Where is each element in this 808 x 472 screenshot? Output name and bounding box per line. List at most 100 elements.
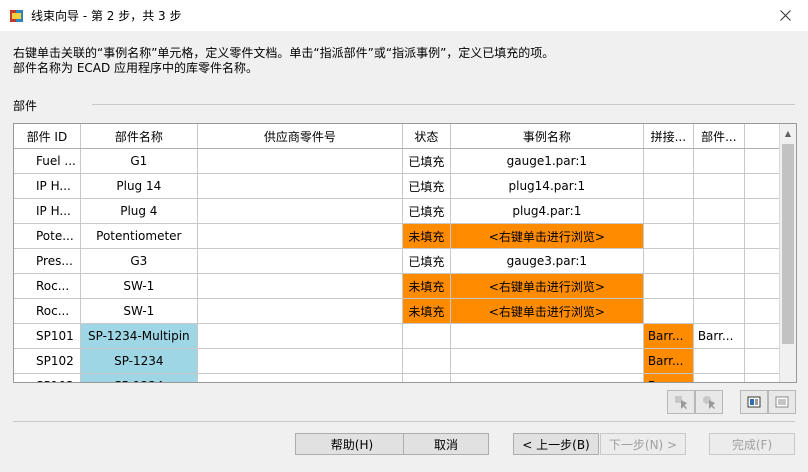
- cell-component[interactable]: Barr...: [693, 323, 745, 349]
- cell-part-id[interactable]: SP101: [14, 323, 81, 349]
- table-row[interactable]: Pres... G3 已填充 gauge3.par:1: [14, 248, 781, 274]
- cell-part-id[interactable]: IP H...: [14, 198, 81, 224]
- table-row[interactable]: SP102 SP-1234 Barr...: [14, 348, 781, 374]
- cell-splice[interactable]: Barr...: [643, 323, 694, 349]
- cell-occurrence[interactable]: [450, 373, 644, 382]
- cell-occurrence[interactable]: [450, 348, 644, 374]
- table-row[interactable]: SP101 SP-1234-Multipin Barr... Barr...: [14, 323, 781, 349]
- cell-part-id[interactable]: SP102: [14, 348, 81, 374]
- assign-part-button[interactable]: [667, 390, 695, 414]
- cell-vendor-part[interactable]: [197, 373, 403, 382]
- cell-occurrence[interactable]: plug4.par:1: [450, 198, 644, 224]
- cell-part-name[interactable]: SW-1: [80, 273, 198, 299]
- cell-status[interactable]: 已填充: [402, 148, 451, 174]
- vertical-scrollbar[interactable]: ▲: [779, 124, 796, 382]
- cell-component[interactable]: [693, 273, 745, 299]
- list-view-button[interactable]: [768, 390, 796, 414]
- col-header-part-id[interactable]: 部件 ID: [14, 124, 81, 149]
- cell-part-name[interactable]: SP-1234: [80, 348, 198, 374]
- cell-status[interactable]: 已填充: [402, 248, 451, 274]
- scroll-up-icon[interactable]: ▲: [780, 124, 796, 142]
- cell-vendor-part[interactable]: [197, 173, 403, 199]
- cell-splice[interactable]: [643, 223, 694, 249]
- cancel-button[interactable]: 取消: [403, 433, 489, 455]
- cell-part-name[interactable]: SP-1234-Multipin: [80, 323, 198, 349]
- cell-status[interactable]: 未填充: [402, 223, 451, 249]
- cell-component[interactable]: [693, 198, 745, 224]
- column-view-button[interactable]: [740, 390, 768, 414]
- col-header-part-name[interactable]: 部件名称: [80, 124, 198, 149]
- cell-part-name[interactable]: SP-1234: [80, 373, 198, 382]
- cell-occurrence[interactable]: gauge1.par:1: [450, 148, 644, 174]
- cell-status[interactable]: 已填充: [402, 173, 451, 199]
- cell-vendor-part[interactable]: [197, 198, 403, 224]
- next-button[interactable]: 下一步(N) >: [600, 433, 686, 455]
- cell-splice[interactable]: Barr...: [643, 373, 694, 382]
- back-button[interactable]: < 上一步(B): [513, 433, 599, 455]
- cell-vendor-part[interactable]: [197, 298, 403, 324]
- cell-occurrence[interactable]: [450, 323, 644, 349]
- cell-splice[interactable]: [643, 248, 694, 274]
- close-button[interactable]: [762, 0, 808, 31]
- cell-occurrence[interactable]: gauge3.par:1: [450, 248, 644, 274]
- cell-splice[interactable]: [643, 148, 694, 174]
- cell-splice[interactable]: [643, 298, 694, 324]
- cell-vendor-part[interactable]: [197, 348, 403, 374]
- col-header-vendor-part[interactable]: 供应商零件号: [197, 124, 403, 149]
- cell-component[interactable]: [693, 223, 745, 249]
- col-header-occurrence[interactable]: 事例名称: [450, 124, 644, 149]
- cell-part-id[interactable]: Pote...: [14, 223, 81, 249]
- assign-occurrence-button[interactable]: [695, 390, 723, 414]
- cell-component[interactable]: [693, 373, 745, 382]
- cell-part-name[interactable]: G3: [80, 248, 198, 274]
- cell-component[interactable]: [693, 248, 745, 274]
- cell-splice[interactable]: [643, 198, 694, 224]
- table-row[interactable]: Pote... Potentiometer 未填充 <右键单击进行浏览>: [14, 223, 781, 249]
- cell-part-name[interactable]: Potentiometer: [80, 223, 198, 249]
- cell-occurrence[interactable]: <右键单击进行浏览>: [450, 223, 644, 249]
- cell-part-id[interactable]: Roc...: [14, 298, 81, 324]
- table-row[interactable]: Fuel ... G1 已填充 gauge1.par:1: [14, 148, 781, 174]
- col-header-status[interactable]: 状态: [402, 124, 451, 149]
- cell-component[interactable]: [693, 298, 745, 324]
- cell-part-name[interactable]: G1: [80, 148, 198, 174]
- cell-vendor-part[interactable]: [197, 248, 403, 274]
- cell-part-name[interactable]: Plug 4: [80, 198, 198, 224]
- table-row[interactable]: IP H... Plug 4 已填充 plug4.par:1: [14, 198, 781, 224]
- cell-splice[interactable]: [643, 273, 694, 299]
- table-row[interactable]: Roc... SW-1 未填充 <右键单击进行浏览>: [14, 273, 781, 299]
- cell-vendor-part[interactable]: [197, 273, 403, 299]
- cell-component[interactable]: [693, 148, 745, 174]
- col-header-splice[interactable]: 拼接...: [643, 124, 694, 149]
- cell-part-id[interactable]: Roc...: [14, 273, 81, 299]
- cell-status[interactable]: 已填充: [402, 198, 451, 224]
- help-button[interactable]: 帮助(H): [295, 433, 409, 455]
- scrollbar-thumb[interactable]: [782, 144, 794, 344]
- cell-vendor-part[interactable]: [197, 323, 403, 349]
- cell-vendor-part[interactable]: [197, 148, 403, 174]
- cell-component[interactable]: [693, 348, 745, 374]
- cell-occurrence[interactable]: <右键单击进行浏览>: [450, 273, 644, 299]
- table-row[interactable]: SP103SP-1234 Barr...: [14, 373, 781, 382]
- cell-occurrence[interactable]: plug14.par:1: [450, 173, 644, 199]
- parts-grid[interactable]: 部件 ID 部件名称 供应商零件号 状态 事例名称 拼接... 部件... Fu…: [13, 123, 797, 383]
- cell-part-id[interactable]: SP103: [14, 373, 81, 382]
- table-row[interactable]: IP H... Plug 14 已填充 plug14.par:1: [14, 173, 781, 199]
- cell-part-id[interactable]: Pres...: [14, 248, 81, 274]
- cell-part-id[interactable]: Fuel ...: [14, 148, 81, 174]
- cell-part-id[interactable]: IP H...: [14, 173, 81, 199]
- cell-vendor-part[interactable]: [197, 223, 403, 249]
- cell-status[interactable]: [402, 323, 451, 349]
- cell-splice[interactable]: [643, 173, 694, 199]
- cell-status[interactable]: [402, 373, 451, 382]
- cell-splice[interactable]: Barr...: [643, 348, 694, 374]
- cell-status[interactable]: [402, 348, 451, 374]
- col-header-component[interactable]: 部件...: [693, 124, 745, 149]
- cell-part-name[interactable]: Plug 14: [80, 173, 198, 199]
- cell-occurrence[interactable]: <右键单击进行浏览>: [450, 298, 644, 324]
- table-row[interactable]: Roc... SW-1 未填充 <右键单击进行浏览>: [14, 298, 781, 324]
- cell-status[interactable]: 未填充: [402, 298, 451, 324]
- cell-status[interactable]: 未填充: [402, 273, 451, 299]
- cell-part-name[interactable]: SW-1: [80, 298, 198, 324]
- cell-component[interactable]: [693, 173, 745, 199]
